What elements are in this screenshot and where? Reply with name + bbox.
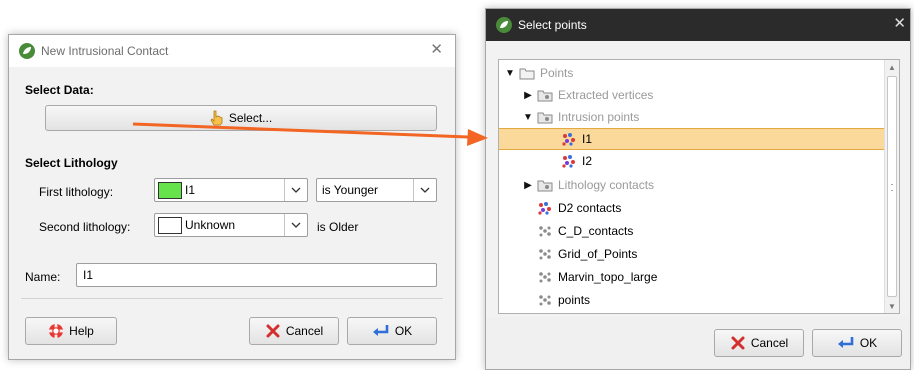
tree-item-label: I1	[582, 132, 593, 146]
points-tree[interactable]: ▼ Points ▶ Extracted vertices ▼ Intrusio…	[498, 59, 900, 314]
app-leaf-icon	[19, 43, 35, 59]
tree-item-label: Points	[540, 66, 574, 80]
second-lithology-value: Unknown	[185, 218, 236, 232]
tree-item-intrusion-points[interactable]: ▼ Intrusion points	[499, 106, 885, 128]
folder-icon	[519, 67, 535, 80]
tree-item-label: Lithology contacts	[558, 178, 655, 192]
ok-button[interactable]: OK	[347, 317, 437, 345]
help-lifebuoy-icon	[49, 324, 64, 338]
first-lithology-label: First lithology:	[39, 185, 114, 199]
help-button[interactable]: Help	[25, 317, 117, 345]
relation-combo[interactable]: is Younger	[316, 178, 437, 202]
grey-points-icon	[537, 247, 553, 261]
select-data-button[interactable]: Select...	[45, 105, 437, 131]
name-label: Name:	[25, 270, 61, 284]
tree-item-label: D2 contacts	[558, 201, 622, 215]
first-lithology-combo[interactable]: I1	[154, 178, 308, 202]
tree-item-marvin-topo-large[interactable]: Marvin_topo_large	[499, 266, 885, 288]
cancel-button[interactable]: Cancel	[249, 317, 339, 345]
points-icon	[561, 132, 577, 146]
lithology-color-swatch	[158, 217, 182, 234]
expanded-triangle-icon[interactable]: ▼	[523, 112, 533, 123]
divider	[21, 298, 443, 299]
tree-item-label: C_D_contacts	[558, 224, 634, 238]
second-lithology-combo[interactable]: Unknown	[154, 213, 308, 237]
grey-points-icon	[537, 224, 553, 238]
new-intrusional-contact-dialog: New Intrusional Contact ✕ Select Data: S…	[8, 34, 456, 360]
second-lithology-label: Second lithology:	[39, 220, 131, 234]
ok-enter-icon	[837, 337, 854, 348]
dialog-footer: Cancel OK	[486, 317, 910, 369]
name-input-value: I1	[83, 268, 94, 282]
folder-icon	[537, 179, 553, 192]
grey-points-icon	[537, 293, 553, 307]
tree-item-label: I2	[582, 154, 593, 168]
hand-pointer-icon	[210, 110, 223, 126]
tree-item-grid-of-points[interactable]: Grid_of_Points	[499, 243, 885, 265]
cancel-x-icon	[266, 324, 280, 338]
tree-item-label: Marvin_topo_large	[558, 270, 658, 284]
select-button-label: Select...	[228, 111, 273, 125]
app-leaf-icon	[496, 17, 512, 33]
tree-item-points[interactable]: points	[499, 289, 885, 311]
ok-button[interactable]: OK	[812, 329, 902, 357]
cancel-button-label: Cancel	[750, 336, 789, 350]
tree-item-i1[interactable]: I1	[499, 128, 885, 150]
ok-button-label: OK	[394, 324, 413, 338]
ok-button-label: OK	[859, 336, 878, 350]
points-icon	[561, 154, 577, 168]
select-lithology-label: Select Lithology	[25, 156, 118, 170]
select-data-label: Select Data:	[25, 83, 94, 97]
vertical-scrollbar[interactable]: ▲ ▼	[884, 60, 899, 313]
chevron-down-icon	[413, 179, 436, 201]
tree-item-d2-contacts[interactable]: D2 contacts	[499, 197, 885, 219]
expanded-triangle-icon[interactable]: ▼	[505, 68, 515, 79]
dialog-title: Select points	[518, 18, 587, 32]
chevron-down-icon	[284, 214, 307, 236]
folder-icon	[537, 111, 553, 124]
tree-item-lithology-contacts[interactable]: ▶ Lithology contacts	[499, 174, 885, 196]
collapsed-triangle-icon[interactable]: ▶	[523, 180, 533, 191]
tree-item-c-d-contacts[interactable]: C_D_contacts	[499, 220, 885, 242]
cancel-x-icon	[731, 336, 745, 350]
tree-item-extracted-vertices[interactable]: ▶ Extracted vertices	[499, 84, 885, 106]
cancel-button-label: Cancel	[285, 324, 324, 338]
scroll-up-icon[interactable]: ▲	[885, 60, 899, 74]
scrollbar-thumb[interactable]	[887, 76, 897, 297]
help-button-label: Help	[69, 324, 94, 338]
grey-points-icon	[537, 270, 553, 284]
tree-item-label: points	[558, 293, 591, 307]
cancel-button[interactable]: Cancel	[714, 329, 804, 357]
tree-item-label: Intrusion points	[558, 110, 640, 124]
scroll-down-icon[interactable]: ▼	[885, 299, 899, 313]
title-bar[interactable]: Select points ✕	[486, 9, 910, 41]
name-input[interactable]: I1	[76, 263, 437, 287]
first-lithology-value: I1	[185, 183, 196, 197]
tree-item-label: Extracted vertices	[558, 88, 654, 102]
select-points-dialog: Select points ✕ ▼ Points ▶ Extracted ver…	[485, 8, 911, 370]
tree-item-label: Grid_of_Points	[558, 247, 638, 261]
is-older-label: is Older	[317, 220, 359, 234]
close-icon[interactable]: ✕	[893, 16, 906, 32]
chevron-down-icon	[284, 179, 307, 201]
lithology-color-swatch	[158, 182, 182, 199]
dialog-title: New Intrusional Contact	[41, 44, 169, 58]
points-icon	[537, 201, 553, 215]
tree-item-i2[interactable]: I2	[499, 150, 885, 172]
relation-value: is Younger	[322, 183, 379, 197]
collapsed-triangle-icon[interactable]: ▶	[523, 90, 533, 101]
folder-icon	[537, 89, 553, 102]
close-icon[interactable]: ✕	[430, 42, 443, 58]
ok-enter-icon	[372, 325, 389, 336]
title-bar[interactable]: New Intrusional Contact ✕	[9, 35, 455, 67]
tree-item-points-folder[interactable]: ▼ Points	[499, 62, 885, 84]
